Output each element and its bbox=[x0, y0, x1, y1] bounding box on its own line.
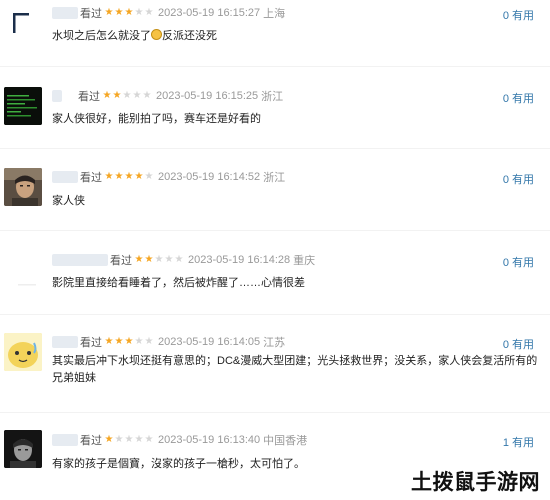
star-filled-icon: ★ bbox=[144, 254, 154, 265]
username-redacted[interactable] bbox=[52, 254, 108, 266]
comment-text: 影院里直接给看睡着了，然后被炸醒了……心情很差 bbox=[52, 277, 305, 289]
comment-location: 中国香港 bbox=[263, 435, 308, 447]
avatar[interactable] bbox=[4, 430, 42, 468]
divider bbox=[0, 66, 550, 67]
star-filled-icon: ★ bbox=[124, 171, 134, 182]
comment-text: 其实最后冲下水坝还挺有意思的；DC&漫威大型团建；光头拯救世界；没关系，家人侠会… bbox=[52, 355, 538, 384]
comment-text: 家人侠 bbox=[52, 195, 85, 207]
comment-time: 2023-05-19 16:15:25 bbox=[156, 90, 259, 102]
star-empty-icon: ★ bbox=[174, 254, 184, 265]
avatar[interactable] bbox=[4, 5, 42, 43]
comment-meta: 看过 ★ ★ ★ ★ ★ 2023-05-19 16:13:40 中国香港 bbox=[52, 432, 307, 448]
username-redacted[interactable] bbox=[52, 336, 78, 348]
comment-location: 上海 bbox=[263, 8, 286, 20]
star-empty-icon: ★ bbox=[164, 254, 174, 265]
smiley-face-emoji-icon bbox=[151, 29, 162, 40]
divider bbox=[0, 230, 550, 231]
useful-vote-button[interactable]: 0 有用 bbox=[503, 336, 534, 352]
star-empty-icon: ★ bbox=[134, 434, 144, 445]
star-empty-icon: ★ bbox=[154, 254, 164, 265]
star-filled-icon: ★ bbox=[134, 171, 144, 182]
watched-label: 看过 bbox=[110, 255, 132, 267]
star-empty-icon: ★ bbox=[132, 90, 142, 101]
rating-stars: ★ ★ ★ ★ ★ bbox=[104, 172, 154, 182]
comment-time: 2023-05-19 16:14:52 bbox=[158, 171, 261, 183]
useful-vote-button[interactable]: 0 有用 bbox=[503, 7, 534, 23]
watched-label: 看过 bbox=[80, 435, 102, 447]
username-redacted[interactable] bbox=[52, 171, 78, 183]
useful-vote-button[interactable]: 0 有用 bbox=[503, 171, 534, 187]
avatar[interactable] bbox=[4, 250, 42, 288]
watched-label: 看过 bbox=[80, 8, 102, 20]
avatar[interactable] bbox=[4, 168, 42, 206]
star-filled-icon: ★ bbox=[124, 7, 134, 18]
comment-text-part: 水坝之后怎么就没了 bbox=[52, 30, 151, 42]
star-filled-icon: ★ bbox=[114, 7, 124, 18]
useful-vote-button[interactable]: 1 有用 bbox=[503, 434, 534, 450]
star-empty-icon: ★ bbox=[124, 434, 134, 445]
rating-stars: ★ ★ ★ ★ ★ bbox=[134, 255, 184, 265]
star-filled-icon: ★ bbox=[134, 254, 144, 265]
rating-stars: ★ ★ ★ ★ ★ bbox=[104, 337, 154, 347]
comment-time: 2023-05-19 16:14:05 bbox=[158, 336, 261, 348]
useful-vote-button[interactable]: 0 有用 bbox=[503, 254, 534, 270]
divider bbox=[0, 148, 550, 149]
comment-text-part: 反派还没死 bbox=[162, 30, 217, 42]
star-filled-icon: ★ bbox=[114, 171, 124, 182]
comment-meta: 看过 ★ ★ ★ ★ ★ 2023-05-19 16:14:05 江苏 bbox=[52, 334, 285, 350]
star-filled-icon: ★ bbox=[104, 336, 114, 347]
comment-location: 江苏 bbox=[263, 337, 286, 349]
comment-location: 浙江 bbox=[263, 172, 286, 184]
star-empty-icon: ★ bbox=[144, 171, 154, 182]
star-filled-icon: ★ bbox=[102, 90, 112, 101]
rating-stars: ★ ★ ★ ★ ★ bbox=[102, 91, 152, 101]
comment-location: 重庆 bbox=[293, 255, 316, 267]
star-filled-icon: ★ bbox=[112, 90, 122, 101]
useful-vote-button[interactable]: 0 有用 bbox=[503, 90, 534, 106]
watched-label: 看过 bbox=[78, 91, 100, 103]
star-filled-icon: ★ bbox=[104, 7, 114, 18]
username-redacted[interactable] bbox=[52, 7, 78, 19]
comment-text: 水坝之后怎么就没了 反派还没死 bbox=[52, 27, 217, 43]
comment-meta: 看过 ★ ★ ★ ★ ★ 2023-05-19 16:14:28 重庆 bbox=[52, 252, 315, 268]
star-empty-icon: ★ bbox=[144, 7, 154, 18]
divider bbox=[0, 412, 550, 413]
comment-time: 2023-05-19 16:15:27 bbox=[158, 7, 261, 19]
comment-location: 浙江 bbox=[261, 91, 284, 103]
watched-label: 看过 bbox=[80, 337, 102, 349]
comment-text: 有家的孩子是個寶，沒家的孩子一槍秒，太可怕了。 bbox=[52, 458, 305, 470]
star-filled-icon: ★ bbox=[104, 171, 114, 182]
star-filled-icon: ★ bbox=[124, 336, 134, 347]
rating-stars: ★ ★ ★ ★ ★ bbox=[104, 8, 154, 18]
divider bbox=[0, 314, 550, 315]
star-empty-icon: ★ bbox=[134, 7, 144, 18]
avatar[interactable] bbox=[4, 87, 42, 125]
comment-text: 家人侠很好，能别拍了吗，赛车还是好看的 bbox=[52, 113, 261, 125]
watched-label: 看过 bbox=[80, 172, 102, 184]
comment-meta: 看过 ★ ★ ★ ★ ★ 2023-05-19 16:15:25 浙江 bbox=[52, 88, 283, 104]
star-filled-icon: ★ bbox=[104, 434, 114, 445]
star-filled-icon: ★ bbox=[114, 336, 124, 347]
star-empty-icon: ★ bbox=[142, 90, 152, 101]
star-empty-icon: ★ bbox=[134, 336, 144, 347]
rating-stars: ★ ★ ★ ★ ★ bbox=[104, 435, 154, 445]
comment-time: 2023-05-19 16:13:40 bbox=[158, 434, 261, 446]
comment-meta: 看过 ★ ★ ★ ★ ★ 2023-05-19 16:15:27 上海 bbox=[52, 5, 285, 21]
comment-meta: 看过 ★ ★ ★ ★ ★ 2023-05-19 16:14:52 浙江 bbox=[52, 169, 285, 185]
username-redacted[interactable] bbox=[52, 434, 78, 446]
avatar[interactable] bbox=[4, 333, 42, 371]
star-empty-icon: ★ bbox=[144, 434, 154, 445]
comment-time: 2023-05-19 16:14:28 bbox=[188, 254, 291, 266]
site-watermark: 土拨鼠手游网 bbox=[411, 469, 540, 494]
star-empty-icon: ★ bbox=[122, 90, 132, 101]
username-redacted[interactable] bbox=[52, 90, 62, 102]
star-empty-icon: ★ bbox=[144, 336, 154, 347]
star-empty-icon: ★ bbox=[114, 434, 124, 445]
